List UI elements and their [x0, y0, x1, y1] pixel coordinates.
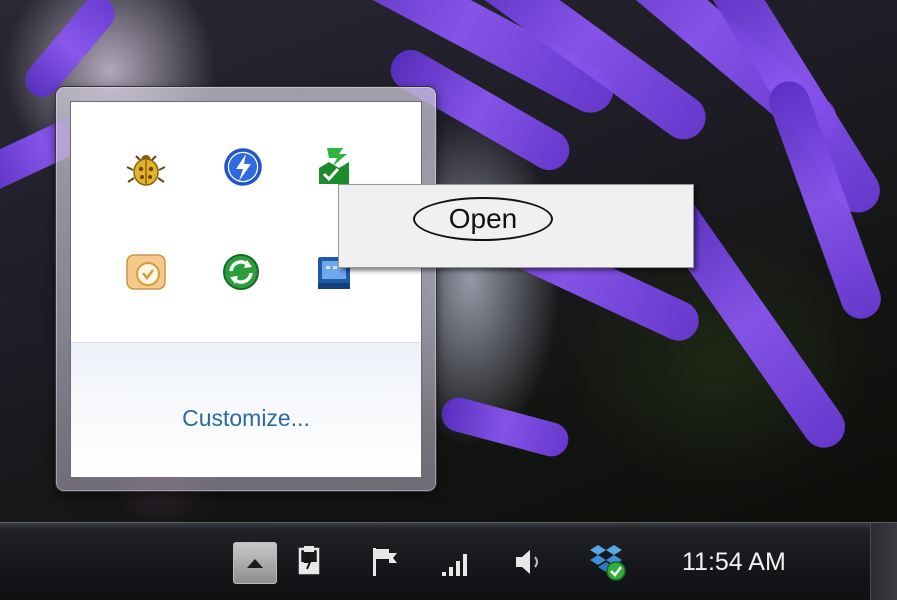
- notification-overflow-popup: Customize...: [55, 86, 437, 492]
- context-menu: Open: [338, 184, 694, 268]
- menu-item-open[interactable]: Open: [413, 196, 553, 242]
- lightning-icon[interactable]: [218, 142, 268, 192]
- chat-icon[interactable]: [121, 247, 171, 297]
- power-icon[interactable]: [295, 541, 325, 583]
- taskbar-clock[interactable]: 11:54 AM: [682, 543, 786, 581]
- dropbox-icon[interactable]: [586, 541, 630, 583]
- customize-section: Customize...: [71, 342, 421, 477]
- show-hidden-icons-button[interactable]: [233, 542, 277, 584]
- show-desktop-button[interactable]: [870, 523, 897, 600]
- triangle-up-icon: [247, 559, 263, 568]
- sync-icon[interactable]: [216, 247, 266, 297]
- speaker-icon[interactable]: [512, 541, 548, 583]
- signal-bars-icon[interactable]: [440, 541, 474, 583]
- bug-icon[interactable]: [121, 142, 171, 192]
- overflow-panel: Customize...: [70, 101, 422, 477]
- taskbar: 11:54 AM: [0, 522, 897, 600]
- wallpaper-petal: [437, 393, 573, 461]
- flag-icon[interactable]: [367, 541, 403, 583]
- customize-link[interactable]: Customize...: [71, 405, 421, 432]
